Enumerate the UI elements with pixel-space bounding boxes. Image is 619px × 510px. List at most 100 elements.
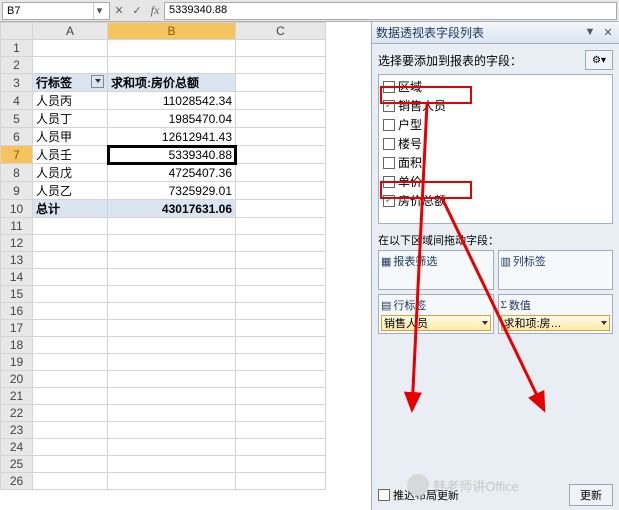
row-header[interactable]: 25: [1, 456, 33, 473]
field-item[interactable]: ✓销售人员: [379, 96, 612, 115]
cell[interactable]: [108, 422, 236, 439]
cell[interactable]: [108, 303, 236, 320]
field-item[interactable]: 单价: [379, 172, 612, 191]
row-header[interactable]: 15: [1, 286, 33, 303]
cell[interactable]: [33, 286, 108, 303]
cell[interactable]: 7325929.01: [108, 182, 236, 200]
name-box[interactable]: B7 ▾: [2, 2, 110, 20]
cell[interactable]: [236, 388, 326, 405]
cell[interactable]: [236, 200, 326, 218]
cell[interactable]: 人员乙: [33, 182, 108, 200]
cell[interactable]: [33, 252, 108, 269]
pane-close-icon[interactable]: ✕: [601, 26, 615, 39]
cell[interactable]: [33, 337, 108, 354]
cell[interactable]: [108, 252, 236, 269]
cell[interactable]: [108, 405, 236, 422]
cell[interactable]: [108, 473, 236, 490]
cell[interactable]: [33, 473, 108, 490]
field-item[interactable]: 户型: [379, 115, 612, 134]
cell[interactable]: [236, 128, 326, 146]
cell[interactable]: [236, 320, 326, 337]
row-header[interactable]: 3: [1, 74, 33, 92]
row-header[interactable]: 22: [1, 405, 33, 422]
cell[interactable]: 4725407.36: [108, 164, 236, 182]
cell[interactable]: [108, 439, 236, 456]
cell[interactable]: [236, 405, 326, 422]
cell[interactable]: [108, 286, 236, 303]
cell[interactable]: [33, 218, 108, 235]
cell[interactable]: [108, 456, 236, 473]
area-row-labels[interactable]: ▤行标签 销售人员: [378, 294, 494, 334]
row-header[interactable]: 21: [1, 388, 33, 405]
cell[interactable]: [108, 57, 236, 74]
select-all-corner[interactable]: [1, 23, 33, 40]
row-header[interactable]: 11: [1, 218, 33, 235]
row-header[interactable]: 2: [1, 57, 33, 74]
row-header[interactable]: 23: [1, 422, 33, 439]
field-item[interactable]: 楼号: [379, 134, 612, 153]
cell[interactable]: [236, 269, 326, 286]
cell[interactable]: [236, 40, 326, 57]
cell[interactable]: 总计: [33, 200, 108, 218]
cell[interactable]: [33, 388, 108, 405]
field-item[interactable]: ✓房价总额: [379, 191, 612, 210]
cell[interactable]: [108, 337, 236, 354]
cell[interactable]: 5339340.88: [108, 146, 236, 164]
cell[interactable]: [236, 74, 326, 92]
cancel-fx-icon[interactable]: ✕: [110, 2, 128, 20]
row-header[interactable]: 10: [1, 200, 33, 218]
cell[interactable]: [236, 286, 326, 303]
area-values[interactable]: Σ数值 求和项:房…: [498, 294, 614, 334]
cell[interactable]: [33, 269, 108, 286]
pivot-filter-dropdown-icon[interactable]: [91, 75, 104, 88]
cell[interactable]: [236, 92, 326, 110]
chevron-down-icon[interactable]: [601, 321, 607, 325]
row-field-item[interactable]: 销售人员: [381, 315, 491, 331]
cell[interactable]: [236, 439, 326, 456]
cell[interactable]: 行标签: [33, 74, 108, 92]
worksheet[interactable]: ABC123行标签求和项:房价总额4人员丙11028542.345人员丁1985…: [0, 22, 371, 510]
row-header[interactable]: 12: [1, 235, 33, 252]
cell[interactable]: [236, 218, 326, 235]
formula-input[interactable]: 5339340.88: [164, 2, 617, 20]
cell[interactable]: 11028542.34: [108, 92, 236, 110]
cell[interactable]: [236, 182, 326, 200]
update-button[interactable]: 更新: [569, 484, 613, 506]
row-header[interactable]: 14: [1, 269, 33, 286]
value-field-item[interactable]: 求和项:房…: [501, 315, 611, 331]
row-header[interactable]: 17: [1, 320, 33, 337]
cell[interactable]: [236, 164, 326, 182]
cell[interactable]: 1985470.04: [108, 110, 236, 128]
row-header[interactable]: 24: [1, 439, 33, 456]
cell[interactable]: [33, 456, 108, 473]
cell[interactable]: [236, 371, 326, 388]
pane-dropdown-icon[interactable]: ▼: [583, 26, 597, 39]
cell[interactable]: [108, 388, 236, 405]
confirm-fx-icon[interactable]: ✓: [128, 2, 146, 20]
cell[interactable]: [236, 252, 326, 269]
row-header[interactable]: 9: [1, 182, 33, 200]
area-column-labels[interactable]: ▥列标签: [498, 250, 614, 290]
row-header[interactable]: 4: [1, 92, 33, 110]
cell[interactable]: [236, 303, 326, 320]
cell[interactable]: [236, 146, 326, 164]
cell[interactable]: [236, 57, 326, 74]
cell[interactable]: [33, 235, 108, 252]
cell[interactable]: [108, 320, 236, 337]
cell[interactable]: [108, 371, 236, 388]
cell[interactable]: 人员戊: [33, 164, 108, 182]
row-header[interactable]: 8: [1, 164, 33, 182]
row-header[interactable]: 20: [1, 371, 33, 388]
row-header[interactable]: 19: [1, 354, 33, 371]
cell[interactable]: [108, 354, 236, 371]
cell[interactable]: [236, 456, 326, 473]
cell[interactable]: [236, 235, 326, 252]
cell[interactable]: [108, 269, 236, 286]
cell[interactable]: [108, 218, 236, 235]
col-header-C[interactable]: C: [236, 23, 326, 40]
name-box-dropdown-icon[interactable]: ▾: [93, 3, 105, 19]
cell[interactable]: [236, 422, 326, 439]
col-header-B[interactable]: B: [108, 23, 236, 40]
col-header-A[interactable]: A: [33, 23, 108, 40]
row-header[interactable]: 18: [1, 337, 33, 354]
